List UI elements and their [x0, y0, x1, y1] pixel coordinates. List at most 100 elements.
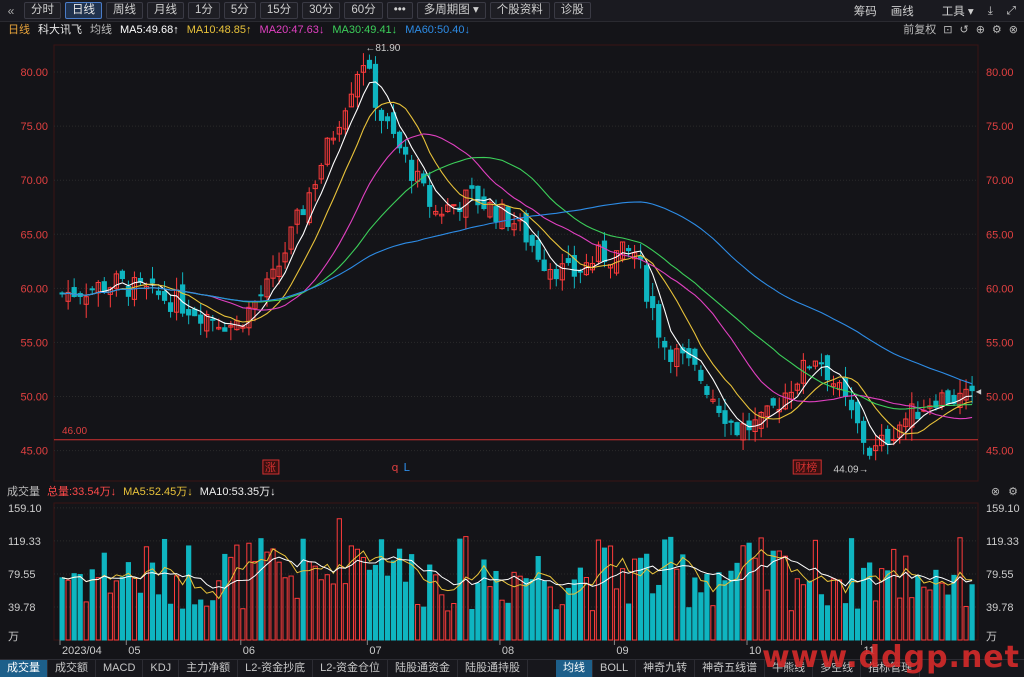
period-tab-5min[interactable]: 5分: [223, 2, 256, 19]
volume-bar: [415, 603, 421, 641]
candle-body: [180, 284, 186, 314]
chips-button[interactable]: 筹码: [854, 3, 877, 19]
candle-body: [186, 309, 192, 316]
tab-volume[interactable]: 成交量: [0, 660, 48, 677]
period-label: 日线: [8, 24, 30, 36]
candle-body: [867, 447, 873, 456]
volume-bar: [716, 572, 722, 641]
period-tab-60min[interactable]: 60分: [344, 2, 383, 19]
chevron-left-icon[interactable]: «: [2, 4, 20, 18]
candle-body: [945, 390, 951, 404]
price-axis-label-right: 60.00: [986, 283, 1014, 295]
x-axis-label: 2023/04: [62, 645, 102, 657]
volume-bar: [625, 603, 632, 641]
add-icon[interactable]: ⊕: [976, 22, 985, 39]
tab-main-net[interactable]: 主力净额: [179, 660, 239, 677]
volume-bar: [390, 560, 397, 641]
period-tab-15min[interactable]: 15分: [259, 2, 299, 19]
tools-button[interactable]: 工具 ▾: [928, 3, 974, 19]
tab-magic-five[interactable]: 神奇五线谱: [695, 660, 766, 677]
volume-bar: [234, 544, 240, 641]
volume-bar: [222, 553, 228, 641]
ma-label[interactable]: 均线: [90, 22, 112, 39]
candle-body: [469, 185, 475, 189]
close-icon[interactable]: ⊗: [1009, 22, 1018, 39]
volume-bar: [770, 550, 776, 641]
volume-bar: [559, 604, 565, 641]
volume-bar: [372, 564, 379, 641]
tab-boll[interactable]: BOLL: [593, 660, 637, 677]
volume-bar: [167, 603, 174, 641]
volume-bar: [143, 546, 150, 641]
candle-body: [625, 248, 632, 252]
volume-axis-label-left: 119.33: [8, 536, 41, 548]
undo-icon[interactable]: ↺: [959, 22, 968, 39]
period-tab-daily[interactable]: 日线: [65, 2, 102, 19]
tab-turnover[interactable]: 成交额: [48, 660, 96, 677]
tab-l2-position[interactable]: L2-资金仓位: [313, 660, 388, 677]
period-tab-intraday[interactable]: 分时: [24, 2, 61, 19]
price-axis-label-left: 75.00: [20, 121, 48, 133]
candle-body: [119, 270, 125, 280]
tab-kdj[interactable]: KDJ: [143, 660, 180, 677]
x-axis-label: 08: [502, 645, 514, 657]
volume-bar: [867, 562, 873, 641]
draw-line-button[interactable]: 画线: [891, 3, 914, 19]
tab-magic-nine[interactable]: 神奇九转: [636, 660, 696, 677]
support-label: 46.00: [62, 426, 87, 437]
volume-bar: [427, 564, 433, 641]
period-tab-monthly[interactable]: 月线: [147, 2, 184, 19]
period-tab-30min[interactable]: 30分: [302, 2, 341, 19]
tab-l2-bottom[interactable]: L2-资金抄底: [238, 660, 314, 677]
candle-body: [125, 285, 132, 297]
kline-chart[interactable]: 80.00 80.00 75.00 75.00 70.00 70.00 65.00 65.00…: [0, 39, 1024, 659]
adjust-button[interactable]: 前复权: [903, 22, 936, 39]
tab-hk-connect-holding[interactable]: 陆股通持股: [458, 660, 528, 677]
volume-bar: [342, 583, 348, 641]
tab-macd[interactable]: MACD: [96, 660, 144, 677]
volume-bar: [788, 610, 794, 641]
more-button[interactable]: •••: [386, 2, 413, 19]
volume-bar: [806, 580, 812, 641]
candle-body: [222, 327, 228, 332]
lock-icon[interactable]: ⊡: [943, 22, 952, 39]
event-marker: L: [404, 461, 411, 474]
settings-icon[interactable]: ⚙: [992, 22, 1002, 39]
period-tab-weekly[interactable]: 周线: [106, 2, 143, 19]
volume-bar: [529, 579, 535, 641]
candle-body: [698, 369, 704, 381]
volume-bar: [782, 555, 788, 641]
volume-bar: [668, 536, 674, 641]
volume-bar: [463, 536, 469, 641]
volume-bar: [469, 609, 475, 641]
volume-bar: [933, 569, 939, 641]
volume-bar: [836, 579, 843, 641]
volume-bar: [318, 579, 324, 641]
volume-bar: [451, 603, 457, 641]
volume-bar: [216, 580, 222, 641]
expand-icon[interactable]: ⤢: [1007, 5, 1016, 18]
collapse-icon[interactable]: ⤓: [988, 5, 993, 18]
volume-bar: [59, 577, 65, 641]
volume-bar: [842, 603, 849, 641]
volume-bar: [511, 571, 517, 641]
volume-bar: [686, 607, 692, 641]
volume-bar: [481, 559, 487, 641]
tab-hk-connect-flow[interactable]: 陆股通资金: [388, 660, 458, 677]
volume-bar: [879, 568, 885, 641]
high-price-label: ←81.90: [365, 43, 400, 54]
volume-bar: [680, 554, 686, 641]
diagnose-button[interactable]: 诊股: [553, 2, 591, 19]
ma20-value: MA20:47.63↓: [259, 24, 325, 36]
tab-ma[interactable]: 均线: [555, 660, 593, 677]
volume-axis-label-left: 79.55: [8, 569, 36, 581]
candle-body: [481, 196, 487, 210]
period-tab-1min[interactable]: 1分: [188, 2, 220, 19]
volume-bar: [794, 578, 800, 641]
stock-name: 科大讯飞: [38, 24, 82, 36]
stock-profile-button[interactable]: 个股资料: [489, 2, 550, 19]
volume-bar: [939, 582, 945, 641]
price-axis-label-right: 45.00: [986, 446, 1014, 458]
multi-period-button[interactable]: 多周期图 ▾: [416, 2, 486, 19]
tools-label: 工具: [941, 6, 965, 18]
